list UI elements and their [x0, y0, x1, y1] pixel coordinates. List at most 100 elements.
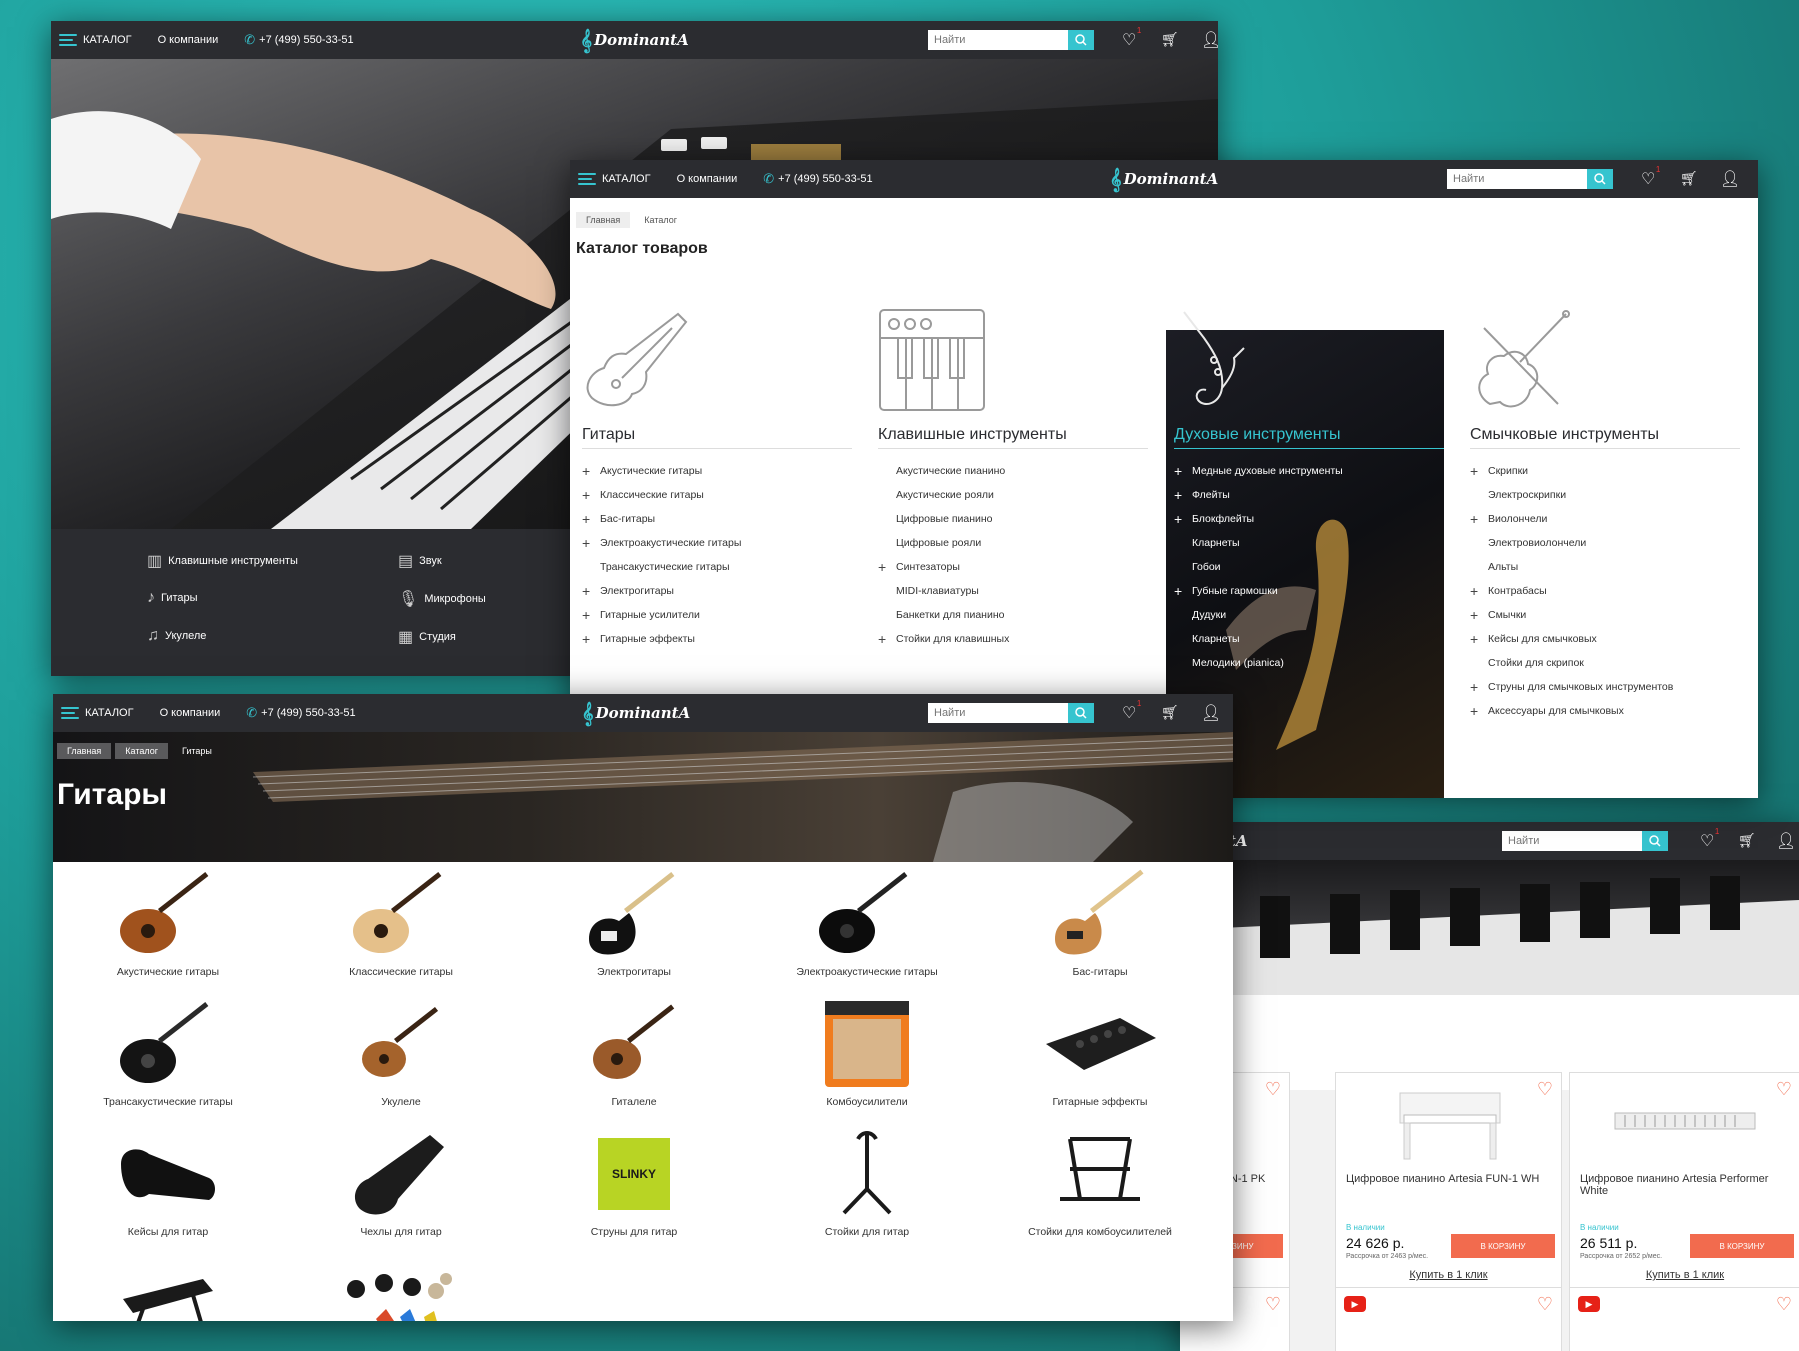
subcategory-item[interactable]: + Медные духовые инструменты: [1174, 459, 1444, 483]
breadcrumb-catalog[interactable]: Каталог: [634, 212, 687, 228]
add-to-cart-button[interactable]: В КОРЗИНУ: [1690, 1234, 1794, 1258]
category-tile[interactable]: Комбоусилители: [752, 994, 982, 1108]
subcategory-item[interactable]: + Гитарные усилители: [582, 603, 852, 627]
menu-item-sound[interactable]: ▤ Звук: [398, 551, 442, 571]
menu-item-guitars[interactable]: ♪ Гитары: [147, 589, 198, 607]
plus-icon[interactable]: +: [1470, 511, 1488, 527]
favorites-icon[interactable]: ♡ 1: [1122, 699, 1141, 723]
plus-icon[interactable]: +: [1174, 583, 1192, 599]
plus-icon[interactable]: +: [582, 511, 600, 527]
search-input[interactable]: [928, 30, 1068, 50]
breadcrumb-home[interactable]: Главная: [57, 743, 112, 759]
subcategory-item[interactable]: Электроскрипки: [1470, 483, 1740, 507]
plus-icon[interactable]: +: [1470, 679, 1488, 695]
search-input-2[interactable]: [1447, 169, 1587, 189]
cart-icon[interactable]: 🛒︎: [1738, 832, 1756, 849]
category-tile[interactable]: [286, 1254, 516, 1321]
logo[interactable]: 𝄞 DominantA: [580, 28, 689, 52]
category-tile[interactable]: [53, 1254, 283, 1321]
plus-icon[interactable]: +: [878, 559, 896, 575]
product-card[interactable]: ♡ Цифровое пианино Artesia FUN-1 WH В на…: [1335, 1072, 1562, 1297]
logo[interactable]: 𝄞 DominantA: [1110, 167, 1219, 191]
favorites-icon[interactable]: ♡ 1: [1122, 26, 1141, 50]
about-link[interactable]: О компании: [677, 173, 738, 185]
subcategory-item[interactable]: Альты: [1470, 555, 1740, 579]
search-input-4[interactable]: [1502, 831, 1642, 851]
plus-icon[interactable]: +: [582, 535, 600, 551]
violin-icon[interactable]: [1470, 308, 1740, 412]
logo[interactable]: 𝄞 DominantA: [582, 701, 691, 725]
catalog-menu-button[interactable]: КАТАЛОГ: [59, 34, 132, 46]
subcategory-item[interactable]: + Контрабасы: [1470, 579, 1740, 603]
subcategory-item[interactable]: + Электрогитары: [582, 579, 852, 603]
subcategory-item[interactable]: Кларнеты: [1174, 531, 1444, 555]
about-link[interactable]: О компании: [160, 707, 221, 719]
category-tile[interactable]: Кейсы для гитар: [53, 1124, 283, 1238]
youtube-icon[interactable]: ▶: [1578, 1296, 1600, 1312]
user-icon[interactable]: 👤︎: [1776, 831, 1796, 851]
menu-item-studio[interactable]: ▦ Студия: [398, 627, 456, 647]
favorites-icon[interactable]: ♡ 1: [1641, 165, 1660, 189]
category-tile[interactable]: Укулеле: [286, 994, 516, 1108]
subcategory-item[interactable]: Стойки для скрипок: [1470, 651, 1740, 675]
plus-icon[interactable]: +: [1174, 487, 1192, 503]
subcategory-item[interactable]: + Аксессуары для смычковых: [1470, 699, 1740, 723]
subcategory-item[interactable]: Гобои: [1174, 555, 1444, 579]
add-to-cart-button[interactable]: В КОРЗИНУ: [1451, 1234, 1555, 1258]
search-button[interactable]: [1068, 30, 1094, 50]
subcategory-item[interactable]: Акустические рояли: [878, 483, 1148, 507]
plus-icon[interactable]: +: [582, 583, 600, 599]
category-tile[interactable]: Электрогитары: [519, 864, 749, 978]
category-tile[interactable]: SLINKY Струны для гитар: [519, 1124, 749, 1238]
menu-item-ukulele[interactable]: ♫ Укулеле: [147, 627, 206, 645]
user-icon[interactable]: 👤︎: [1201, 30, 1218, 50]
subcategory-item[interactable]: + Блокфлейты: [1174, 507, 1444, 531]
menu-item-keyboards[interactable]: ▥ Клавишные инструменты: [147, 551, 298, 571]
subcategory-item[interactable]: Дудуки: [1174, 603, 1444, 627]
subcategory-item[interactable]: + Смычки: [1470, 603, 1740, 627]
subcategory-item[interactable]: + Флейты: [1174, 483, 1444, 507]
buy-one-click-link[interactable]: Купить в 1 клик: [1336, 1269, 1561, 1281]
category-tile[interactable]: Бас-гитары: [985, 864, 1215, 978]
subcategory-item[interactable]: Мелодики (pianica): [1174, 651, 1444, 675]
subcategory-item[interactable]: + Бас-гитары: [582, 507, 852, 531]
saxophone-icon[interactable]: [1174, 308, 1444, 412]
subcategory-item[interactable]: + Стойки для клавишных: [878, 627, 1148, 651]
search-button-2[interactable]: [1587, 169, 1613, 189]
phone-link[interactable]: ✆ +7 (499) 550-33-51: [246, 705, 355, 721]
favorites-icon[interactable]: ♡ 1: [1700, 827, 1719, 851]
column-title[interactable]: Гитары: [582, 426, 852, 449]
guitar-icon[interactable]: [582, 308, 852, 412]
subcategory-item[interactable]: Электровиолончели: [1470, 531, 1740, 555]
search-button-3[interactable]: [1068, 703, 1094, 723]
subcategory-item[interactable]: + Скрипки: [1470, 459, 1740, 483]
subcategory-item[interactable]: + Синтезаторы: [878, 555, 1148, 579]
product-card[interactable]: ♡ ▶: [1335, 1287, 1562, 1351]
category-tile[interactable]: Гитарные эффекты: [985, 994, 1215, 1108]
menu-item-microphones[interactable]: 🎙︎ Микрофоны: [398, 589, 486, 609]
product-card[interactable]: ♡ ▶: [1569, 1287, 1799, 1351]
cart-icon[interactable]: 🛒︎: [1680, 170, 1698, 187]
category-tile[interactable]: Электроакустические гитары: [752, 864, 982, 978]
column-title[interactable]: Смычковые инструменты: [1470, 426, 1740, 449]
plus-icon[interactable]: +: [582, 631, 600, 647]
youtube-icon[interactable]: ▶: [1344, 1296, 1366, 1312]
category-tile[interactable]: Трансакустические гитары: [53, 994, 283, 1108]
plus-icon[interactable]: +: [1470, 631, 1488, 647]
user-icon[interactable]: 👤︎: [1201, 703, 1221, 723]
heart-icon[interactable]: ♡: [1776, 1294, 1792, 1315]
plus-icon[interactable]: +: [582, 607, 600, 623]
heart-icon[interactable]: ♡: [1537, 1294, 1553, 1315]
subcategory-item[interactable]: + Акустические гитары: [582, 459, 852, 483]
plus-icon[interactable]: +: [1174, 511, 1192, 527]
subcategory-item[interactable]: + Гитарные эффекты: [582, 627, 852, 651]
plus-icon[interactable]: +: [1470, 583, 1488, 599]
catalog-menu-button[interactable]: КАТАЛОГ: [61, 707, 134, 719]
product-card[interactable]: ♡ Цифровое пианино Artesia Performer Whi…: [1569, 1072, 1799, 1297]
plus-icon[interactable]: +: [582, 487, 600, 503]
about-link[interactable]: О компании: [158, 34, 219, 46]
heart-icon[interactable]: ♡: [1537, 1079, 1553, 1100]
category-tile[interactable]: Стойки для комбоусилителей: [985, 1124, 1215, 1238]
subcategory-item[interactable]: + Кейсы для смычковых: [1470, 627, 1740, 651]
subcategory-item[interactable]: Банкетки для пианино: [878, 603, 1148, 627]
